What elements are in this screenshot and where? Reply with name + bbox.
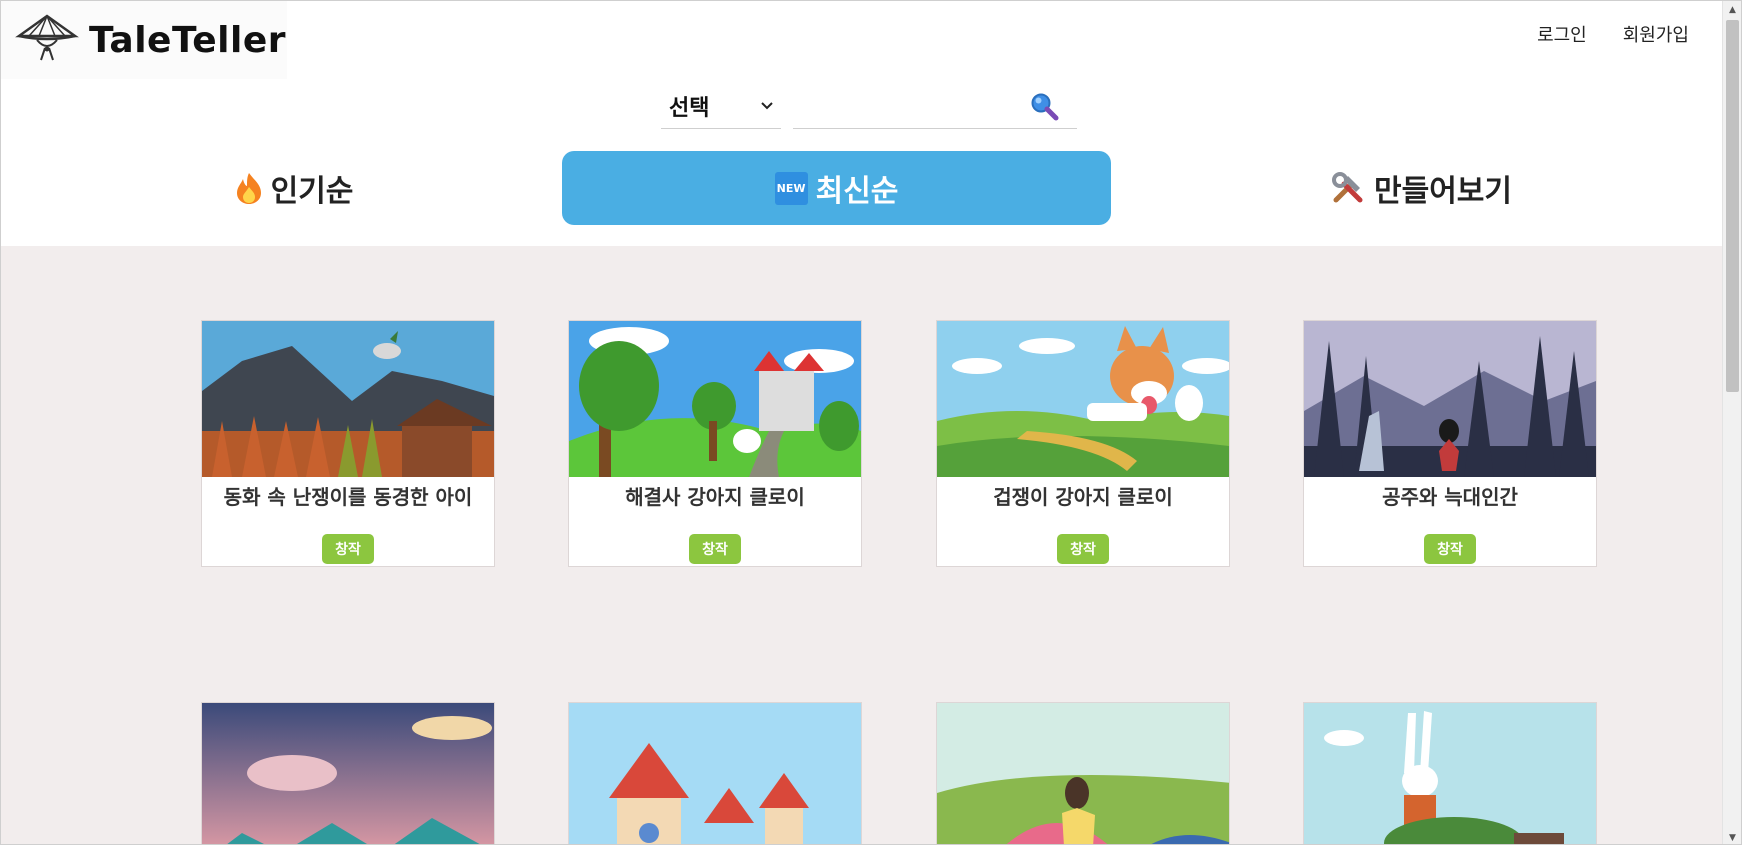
scroll-down-icon[interactable]: ▼ bbox=[1723, 829, 1741, 844]
story-grid: 동화 속 난쟁이를 동경한 아이 창작 해결사 강아지 클로이 창작 겁쟁이 강… bbox=[1, 246, 1723, 844]
create-button[interactable]: 창작 bbox=[1057, 534, 1109, 564]
story-title: 겁쟁이 강아지 클로이 bbox=[993, 485, 1173, 509]
story-card[interactable]: 해결사 강아지 클로이 창작 bbox=[568, 320, 862, 567]
new-badge-icon: NEW bbox=[774, 171, 808, 205]
story-thumbnail bbox=[937, 321, 1229, 477]
story-card[interactable] bbox=[936, 702, 1230, 844]
story-thumbnail bbox=[1304, 703, 1596, 844]
login-link[interactable]: 로그인 bbox=[1537, 21, 1587, 47]
story-thumbnail bbox=[569, 321, 861, 477]
search-bar: 선택 bbox=[661, 83, 1077, 129]
story-card[interactable]: 공주와 늑대인간 창작 bbox=[1303, 320, 1597, 567]
hat-logo-icon bbox=[15, 14, 79, 61]
story-title: 공주와 늑대인간 bbox=[1382, 485, 1518, 509]
story-card[interactable]: 동화 속 난쟁이를 동경한 아이 창작 bbox=[201, 320, 495, 567]
tab-make[interactable]: 만들어보기 bbox=[1321, 151, 1521, 225]
app-window: TaleTeller 로그인 회원가입 선택 인기순 NEW 최신순 만들어보기… bbox=[0, 0, 1742, 845]
scroll-up-icon[interactable]: ▲ bbox=[1723, 1, 1741, 18]
chevron-down-icon bbox=[761, 101, 773, 109]
story-card[interactable] bbox=[568, 702, 862, 844]
story-thumbnail bbox=[569, 703, 861, 844]
story-card[interactable]: 겁쟁이 강아지 클로이 창작 bbox=[936, 320, 1230, 567]
search-icon[interactable] bbox=[1029, 91, 1059, 121]
auth-links: 로그인 회원가입 bbox=[1537, 21, 1689, 47]
tab-make-label: 만들어보기 bbox=[1374, 174, 1512, 209]
search-category-select[interactable]: 선택 bbox=[661, 83, 781, 129]
vertical-scrollbar[interactable]: ▲ ▼ bbox=[1722, 1, 1741, 844]
select-value: 선택 bbox=[669, 95, 710, 121]
header: TaleTeller 로그인 회원가입 선택 인기순 NEW 최신순 만들어보기 bbox=[1, 1, 1723, 246]
story-thumbnail bbox=[202, 703, 494, 844]
logo[interactable]: TaleTeller bbox=[1, 1, 287, 79]
story-card[interactable] bbox=[1303, 702, 1597, 844]
app-name: TaleTeller bbox=[89, 19, 287, 61]
tab-latest-label: 최신순 bbox=[815, 174, 899, 209]
create-button[interactable]: 창작 bbox=[322, 534, 374, 564]
fire-icon bbox=[236, 173, 261, 204]
story-thumbnail bbox=[1304, 321, 1596, 477]
create-button[interactable]: 창작 bbox=[1424, 534, 1476, 564]
scroll-thumb[interactable] bbox=[1726, 20, 1739, 392]
story-title: 동화 속 난쟁이를 동경한 아이 bbox=[223, 485, 473, 509]
tab-popular[interactable]: 인기순 bbox=[219, 151, 369, 225]
search-field bbox=[793, 83, 1077, 129]
tab-popular-label: 인기순 bbox=[270, 174, 354, 209]
sort-tabs: 인기순 NEW 최신순 만들어보기 bbox=[1, 151, 1723, 225]
tab-latest[interactable]: NEW 최신순 bbox=[562, 151, 1111, 225]
story-thumbnail bbox=[937, 703, 1229, 844]
story-title: 해결사 강아지 클로이 bbox=[625, 485, 805, 509]
story-card[interactable] bbox=[201, 702, 495, 844]
tools-icon bbox=[1332, 172, 1363, 203]
create-button[interactable]: 창작 bbox=[689, 534, 741, 564]
signup-link[interactable]: 회원가입 bbox=[1623, 21, 1689, 47]
story-thumbnail bbox=[202, 321, 494, 477]
